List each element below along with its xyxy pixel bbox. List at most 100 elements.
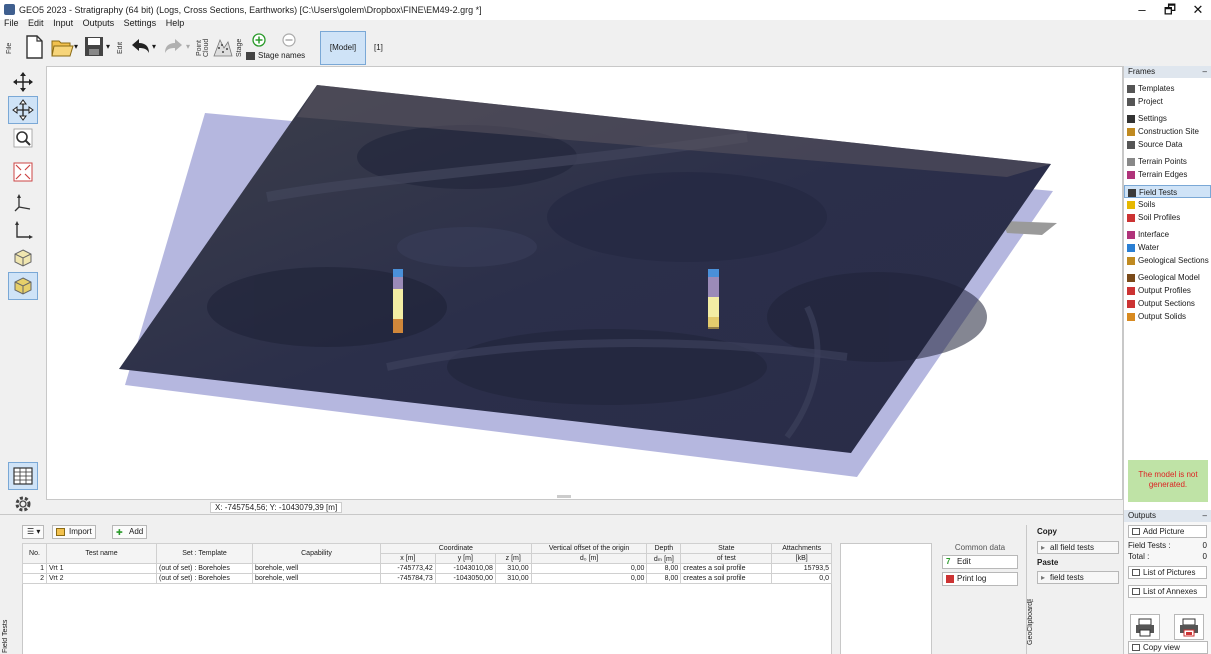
frame-item-water[interactable]: Water bbox=[1124, 241, 1211, 254]
col-coordinate[interactable]: Coordinate bbox=[380, 543, 532, 554]
cell-set[interactable]: (out of set) : Boreholes bbox=[156, 573, 253, 584]
add-test-button[interactable]: ✚ Add bbox=[112, 525, 148, 539]
list-of-pictures-button[interactable]: List of Pictures bbox=[1128, 566, 1207, 579]
frame-item-field-tests[interactable]: Field Tests bbox=[1124, 185, 1211, 198]
outputs-collapse-button[interactable]: – bbox=[1203, 510, 1207, 522]
save-dropdown-icon[interactable]: ▾ bbox=[106, 42, 110, 51]
borehole-vrt-2[interactable] bbox=[708, 269, 719, 329]
cell-no[interactable]: 1 bbox=[22, 563, 47, 574]
axis-2d-tool[interactable] bbox=[8, 216, 38, 244]
frame-item-output-sections[interactable]: Output Sections bbox=[1124, 297, 1211, 310]
point-cloud-label[interactable]: Point Cloud bbox=[196, 34, 210, 62]
print-pdf-button[interactable] bbox=[1174, 614, 1204, 640]
cell-x[interactable]: -745773,42 bbox=[380, 563, 436, 574]
frame-item-soil-profiles[interactable]: Soil Profiles bbox=[1124, 211, 1211, 224]
cell-y[interactable]: -1043050,00 bbox=[434, 573, 496, 584]
table-row[interactable]: 2 Vrt 2 (out of set) : Boreholes borehole, … bbox=[22, 573, 832, 584]
zoom-tool[interactable] bbox=[8, 124, 38, 152]
redo-dropdown-icon[interactable]: ▾ bbox=[186, 42, 190, 51]
viewport-splitter-handle[interactable] bbox=[557, 495, 571, 498]
view-solid-tool[interactable] bbox=[8, 272, 38, 300]
stage-names-button[interactable]: Stage names bbox=[246, 51, 305, 60]
col-capability[interactable]: Capability bbox=[252, 543, 381, 564]
cell-depth[interactable]: 8,00 bbox=[646, 563, 682, 574]
copy-view-button[interactable]: Copy view bbox=[1128, 641, 1208, 654]
cell-depth[interactable]: 8,00 bbox=[646, 573, 682, 584]
open-dropdown-icon[interactable]: ▾ bbox=[74, 42, 78, 51]
undo-dropdown-icon[interactable]: ▾ bbox=[152, 42, 156, 51]
cell-set[interactable]: (out of set) : Boreholes bbox=[156, 563, 253, 574]
col-no[interactable]: No. bbox=[22, 543, 47, 564]
cell-x[interactable]: -745784,73 bbox=[380, 573, 436, 584]
point-cloud-icon[interactable] bbox=[210, 34, 234, 60]
maximize-button[interactable]: 🗗 bbox=[1160, 2, 1180, 18]
add-stage-icon[interactable] bbox=[252, 33, 266, 47]
model-viewport[interactable] bbox=[46, 66, 1123, 500]
cell-state[interactable]: creates a soil profile bbox=[680, 573, 773, 584]
save-icon[interactable] bbox=[82, 34, 106, 60]
edit-button[interactable]: 7 Edit bbox=[942, 555, 1018, 569]
col-test-name[interactable]: Test name bbox=[46, 543, 157, 564]
table-view-tool[interactable] bbox=[8, 462, 38, 490]
col-attachments[interactable]: Attachments bbox=[771, 543, 832, 554]
cell-z[interactable]: 310,00 bbox=[494, 573, 532, 584]
frames-collapse-button[interactable]: – bbox=[1203, 66, 1207, 78]
cell-name[interactable]: Vrt 2 bbox=[46, 573, 157, 584]
print-button[interactable] bbox=[1130, 614, 1160, 640]
col-set-template[interactable]: Set : Template bbox=[156, 543, 253, 564]
frame-item-settings[interactable]: Settings bbox=[1124, 112, 1211, 125]
cell-capability[interactable]: borehole, well bbox=[252, 563, 381, 574]
frame-item-construction-site[interactable]: Construction Site bbox=[1124, 125, 1211, 138]
cell-state[interactable]: creates a soil profile bbox=[680, 563, 773, 574]
borehole-vrt-1[interactable] bbox=[393, 269, 403, 333]
view-wireframe-tool[interactable] bbox=[8, 244, 38, 272]
table-view-menu-button[interactable]: ☰ ▾ bbox=[22, 525, 45, 539]
cell-attach[interactable]: 0,0 bbox=[771, 573, 832, 584]
cell-attach[interactable]: 15793,5 bbox=[771, 563, 832, 574]
cell-no[interactable]: 2 bbox=[22, 573, 47, 584]
add-picture-button[interactable]: Add Picture bbox=[1128, 525, 1207, 538]
cell-z[interactable]: 310,00 bbox=[494, 563, 532, 574]
frame-item-templates[interactable]: Templates bbox=[1124, 82, 1211, 95]
col-depth[interactable]: Depth bbox=[646, 543, 682, 554]
list-of-annexes-button[interactable]: List of Annexes bbox=[1128, 585, 1207, 598]
frame-item-interface[interactable]: Interface bbox=[1124, 228, 1211, 241]
frame-item-output-solids[interactable]: Output Solids bbox=[1124, 310, 1211, 323]
rotate-tool[interactable] bbox=[8, 96, 38, 124]
new-file-icon[interactable] bbox=[22, 34, 46, 60]
close-button[interactable]: ✕ bbox=[1188, 2, 1208, 18]
col-vertical-offset[interactable]: Vertical offset of the origin bbox=[530, 543, 648, 554]
copy-all-field-tests-button[interactable]: ▸ all field tests bbox=[1037, 541, 1119, 554]
col-state[interactable]: State bbox=[680, 543, 773, 554]
frame-item-geological-sections[interactable]: Geological Sections bbox=[1124, 254, 1211, 267]
frame-item-source-data[interactable]: Source Data bbox=[1124, 138, 1211, 151]
model-3d-scene[interactable] bbox=[47, 67, 1124, 501]
print-log-button[interactable]: Print log bbox=[942, 572, 1018, 586]
cell-name[interactable]: Vrt 1 bbox=[46, 563, 157, 574]
frame-item-soils[interactable]: Soils bbox=[1124, 198, 1211, 211]
minimize-button[interactable]: – bbox=[1132, 2, 1152, 18]
paste-field-tests-button[interactable]: ▸ field tests bbox=[1037, 571, 1119, 584]
menu-settings[interactable]: Settings bbox=[124, 18, 157, 28]
import-button[interactable]: Import bbox=[52, 525, 96, 539]
menu-input[interactable]: Input bbox=[53, 18, 73, 28]
frame-item-project[interactable]: Project bbox=[1124, 95, 1211, 108]
model-stage-button[interactable]: [Model] bbox=[320, 31, 366, 65]
menu-help[interactable]: Help bbox=[166, 18, 185, 28]
frame-item-geological-model[interactable]: Geological Model bbox=[1124, 271, 1211, 284]
frame-item-output-profiles[interactable]: Output Profiles bbox=[1124, 284, 1211, 297]
zoom-extents-tool[interactable] bbox=[8, 158, 38, 186]
menu-file[interactable]: File bbox=[4, 18, 19, 28]
cell-offset[interactable]: 0,00 bbox=[530, 563, 648, 574]
menu-outputs[interactable]: Outputs bbox=[83, 18, 115, 28]
field-tests-vertical-tab[interactable]: Field Tests bbox=[2, 607, 12, 653]
frame-item-terrain-points[interactable]: Terrain Points bbox=[1124, 155, 1211, 168]
axis-3d-tool[interactable] bbox=[8, 188, 38, 216]
table-row[interactable]: 1 Vrt 1 (out of set) : Boreholes borehole, … bbox=[22, 563, 832, 574]
undo-icon[interactable] bbox=[128, 34, 152, 60]
stage-1-tab[interactable]: [1] bbox=[374, 43, 383, 52]
open-file-icon[interactable] bbox=[50, 34, 74, 60]
frame-item-terrain-edges[interactable]: Terrain Edges bbox=[1124, 168, 1211, 181]
remove-stage-icon[interactable] bbox=[282, 33, 296, 47]
redo-icon[interactable] bbox=[162, 34, 186, 60]
